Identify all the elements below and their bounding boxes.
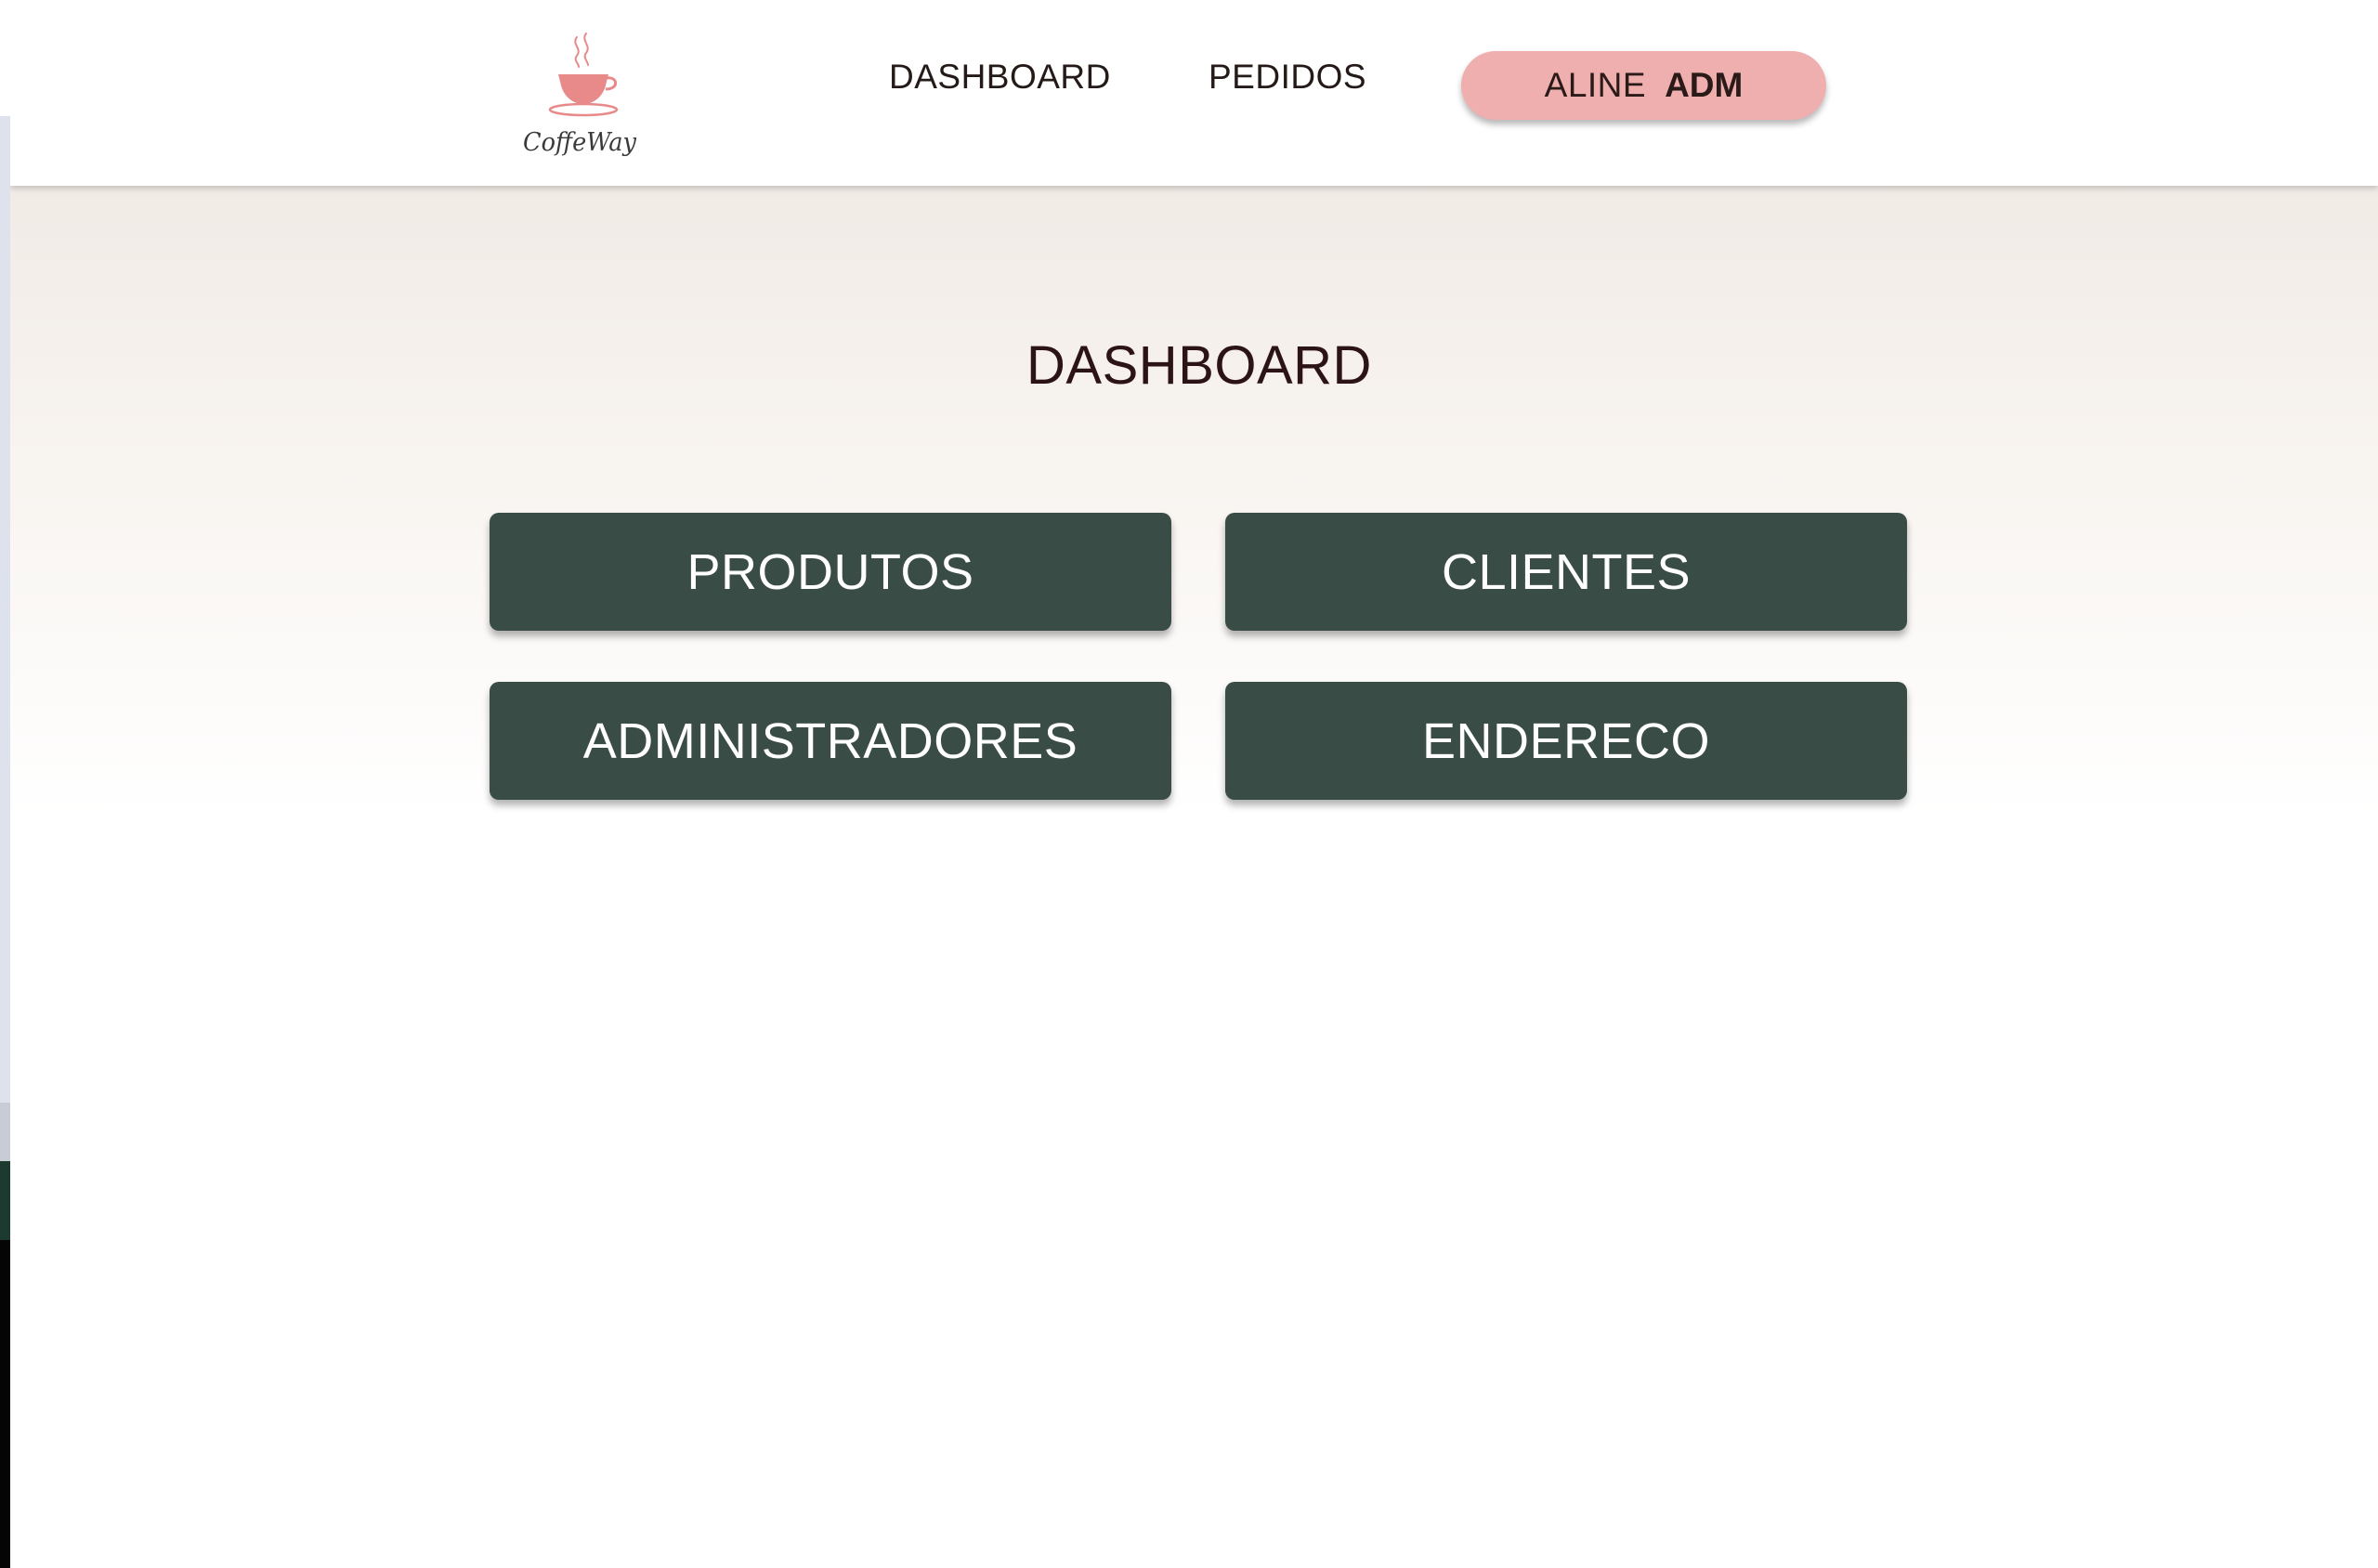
- clientes-button[interactable]: CLIENTES: [1225, 513, 1907, 631]
- brand-logo[interactable]: CoffeWay: [523, 28, 644, 158]
- brand-name: CoffeWay: [523, 128, 637, 157]
- dashboard-main: DASHBOARD PRODUTOS CLIENTES ADMINISTRADO…: [10, 186, 2378, 1568]
- edge-strip: [0, 1103, 10, 1161]
- endereco-button[interactable]: ENDERECO: [1225, 682, 1907, 800]
- administradores-button[interactable]: ADMINISTRADORES: [490, 682, 1171, 800]
- edge-strip: [0, 0, 10, 116]
- user-role: ADM: [1665, 66, 1744, 104]
- edge-strip: [0, 1240, 10, 1568]
- edge-strip: [0, 1161, 10, 1240]
- produtos-button[interactable]: PRODUTOS: [490, 513, 1171, 631]
- left-window-edge: [0, 0, 10, 1568]
- user-name: ALINE: [1544, 66, 1647, 104]
- nav-dashboard-link[interactable]: DASHBOARD: [889, 58, 1111, 97]
- edge-strip: [0, 116, 10, 1103]
- user-menu-button[interactable]: ALINE ADM: [1461, 51, 1826, 120]
- nav-pedidos-link[interactable]: PEDIDOS: [1209, 58, 1366, 97]
- navbar: CoffeWay DASHBOARD PEDIDOS ALINE ADM: [10, 0, 2378, 186]
- page-title: DASHBOARD: [1026, 335, 1372, 396]
- coffee-cup-icon: CoffeWay: [523, 33, 637, 157]
- page: CoffeWay DASHBOARD PEDIDOS ALINE ADM DAS…: [10, 0, 2378, 1568]
